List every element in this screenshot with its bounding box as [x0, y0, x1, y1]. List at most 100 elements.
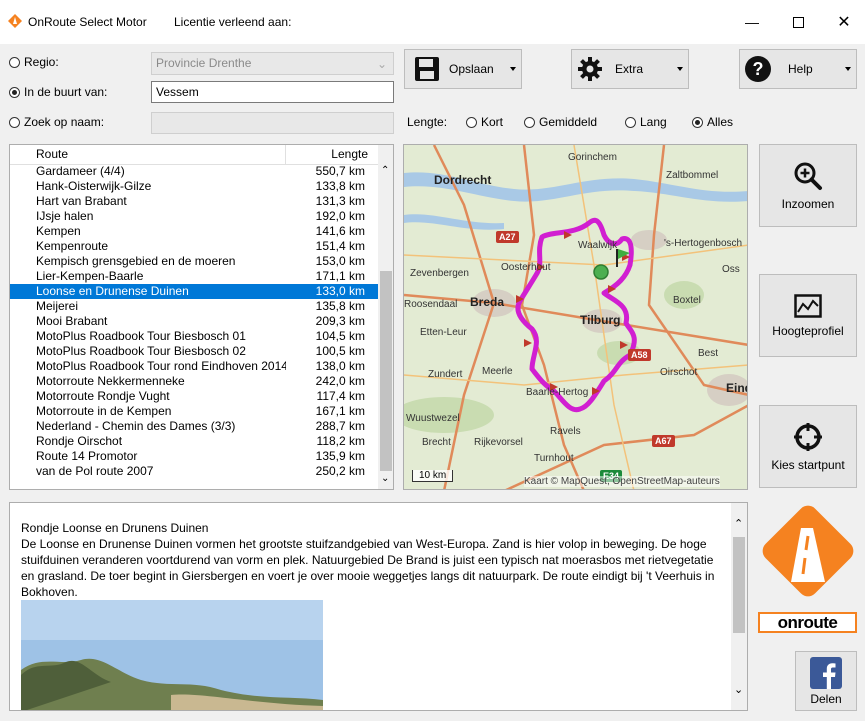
extra-button[interactable]: Extra: [571, 49, 689, 89]
road-badge-a67: A67: [652, 435, 675, 447]
route-row[interactable]: Motorroute Nekkermenneke 242,0 km: [10, 374, 378, 389]
description-scrollbar-thumb[interactable]: [733, 537, 745, 633]
regio-option[interactable]: Regio:: [9, 55, 59, 69]
map-label-turnhout: Turnhout: [534, 453, 574, 464]
description-scroll-up-icon[interactable]: ⌃: [734, 517, 743, 530]
route-row[interactable]: Hank-Oisterwijk-Gilze 133,8 km: [10, 179, 378, 194]
zoom-in-button[interactable]: Inzoomen: [759, 144, 857, 227]
route-row[interactable]: Rondje Oirschot 118,2 km: [10, 434, 378, 449]
byname-input[interactable]: [151, 112, 394, 134]
scroll-down-icon[interactable]: ⌄: [381, 473, 389, 484]
route-row[interactable]: van de Pol route 2007 250,2 km: [10, 464, 378, 479]
map-label-oss: Oss: [722, 264, 740, 275]
description-scroll-down-icon[interactable]: ⌄: [734, 683, 743, 696]
byname-label: Zoek op naam:: [24, 115, 105, 129]
nearby-input[interactable]: Vessem: [151, 81, 394, 103]
route-row[interactable]: Gardameer (4/4) 550,7 km: [10, 164, 378, 179]
route-row[interactable]: MotoPlus Roadbook Tour Biesbosch 02 100,5…: [10, 344, 378, 359]
length-label: Lengte:: [407, 115, 448, 129]
length-option-lang[interactable]: Lang: [625, 115, 667, 129]
nearby-option[interactable]: In de buurt van:: [9, 85, 107, 99]
route-row[interactable]: Meijerei 135,8 km: [10, 299, 378, 314]
byname-radio[interactable]: [9, 116, 20, 128]
description-body: De Loonse en Drunense Duinen vormen het …: [21, 537, 715, 599]
extra-label: Extra: [615, 62, 644, 76]
extra-dropdown-caret: [677, 67, 683, 71]
length-radio-lang[interactable]: [625, 116, 636, 128]
route-row[interactable]: Kempenroute 151,4 km: [10, 239, 378, 254]
help-dropdown-caret: [845, 67, 851, 71]
nearby-label: In de buurt van:: [24, 85, 108, 99]
maximize-button[interactable]: [775, 8, 821, 36]
minimize-button[interactable]: —: [729, 8, 775, 36]
elevation-profile-label: Hoogteprofiel: [772, 323, 844, 338]
map-label-wuustwezel: Wuustwezel: [406, 413, 460, 424]
elevation-profile-button[interactable]: Hoogteprofiel: [759, 274, 857, 357]
route-row[interactable]: Hart van Brabant 131,3 km: [10, 194, 378, 209]
route-list[interactable]: Route Lengte Gardameer (4/4) 550,7 km Hank…: [9, 144, 394, 490]
share-facebook-button[interactable]: Delen: [795, 651, 857, 711]
route-name: Mooi Brabant: [36, 314, 108, 328]
regio-radio[interactable]: [9, 56, 20, 68]
route-length: 138,0 km: [315, 359, 365, 373]
column-header-length[interactable]: Lengte: [286, 145, 378, 164]
map-label-zundert: Zundert: [428, 369, 463, 380]
minimize-icon: —: [745, 14, 759, 30]
route-name: Kempen: [36, 224, 81, 238]
route-length: 133,0 km: [315, 284, 365, 298]
route-row[interactable]: Motorroute Rondje Vught 117,4 km: [10, 389, 378, 404]
route-map[interactable]: Gorinchem Dordrecht Zaltbommel Waalwijk …: [403, 144, 748, 490]
route-row[interactable]: IJsje halen 192,0 km: [10, 209, 378, 224]
svg-text:?: ?: [753, 59, 764, 79]
road-badge-a27: A27: [496, 231, 519, 243]
nearby-radio[interactable]: [9, 86, 20, 98]
route-list-scrollbar[interactable]: ⌃ ⌄: [378, 145, 393, 489]
route-row[interactable]: Motorroute in de Kempen 167,1 km: [10, 404, 378, 419]
route-row[interactable]: Mooi Brabant 209,3 km: [10, 314, 378, 329]
map-label-roosendaal: Roosendaal: [404, 299, 458, 310]
route-row[interactable]: Lier-Kempen-Baarle 171,1 km: [10, 269, 378, 284]
length-option-gemiddeld[interactable]: Gemiddeld: [524, 115, 597, 129]
byname-option[interactable]: Zoek op naam:: [9, 115, 104, 129]
route-row[interactable]: Route 14 Promotor 135,9 km: [10, 449, 378, 464]
length-radio-alles[interactable]: [692, 116, 703, 128]
route-row[interactable]: MotoPlus Roadbook Tour rond Eindhoven 20…: [10, 359, 378, 374]
close-button[interactable]: ✕: [821, 8, 865, 36]
scrollbar-thumb[interactable]: [380, 271, 392, 471]
regio-select[interactable]: Provincie Drenthe ⌄: [151, 52, 394, 75]
route-length: 167,1 km: [315, 404, 365, 418]
route-row[interactable]: Nederland - Chemin des Dames (3/3) 288,7 …: [10, 419, 378, 434]
route-name: Motorroute Nekkermenneke: [36, 374, 185, 388]
scroll-up-icon[interactable]: ⌃: [381, 165, 389, 176]
length-radio-gemiddeld[interactable]: [524, 116, 535, 128]
route-length: 117,4 km: [316, 389, 365, 403]
map-label-dordrecht: Dordrecht: [434, 173, 492, 187]
facebook-icon: [810, 656, 842, 689]
save-label: Opslaan: [449, 62, 494, 76]
length-option-kort[interactable]: Kort: [466, 115, 503, 129]
map-canvas[interactable]: [404, 145, 748, 490]
choose-start-button[interactable]: Kies startpunt: [759, 405, 857, 488]
save-button[interactable]: Opslaan: [404, 49, 522, 89]
route-row[interactable]: Loonse en Drunense Duinen 133,0 km: [10, 284, 378, 299]
route-length: 288,7 km: [315, 419, 365, 433]
route-length: 151,4 km: [315, 239, 365, 253]
length-radio-kort[interactable]: [466, 116, 477, 128]
description-scrollbar[interactable]: ⌃ ⌄: [731, 503, 747, 710]
route-name: Motorroute in de Kempen: [36, 404, 172, 418]
gear-icon: [578, 57, 602, 81]
route-row[interactable]: Kempen 141,6 km: [10, 224, 378, 239]
route-row[interactable]: Kempisch grensgebied en de moeren 153,0 k…: [10, 254, 378, 269]
app-icon: [8, 14, 22, 28]
route-name: Hart van Brabant: [36, 194, 127, 208]
route-length: 550,7 km: [315, 164, 365, 178]
help-button[interactable]: ? Help: [739, 49, 857, 89]
route-name: Loonse en Drunense Duinen: [36, 284, 189, 298]
length-option-alles[interactable]: Alles: [692, 115, 733, 129]
route-row[interactable]: MotoPlus Roadbook Tour Biesbosch 01 104,5…: [10, 329, 378, 344]
save-dropdown-caret: [510, 67, 516, 71]
route-length: 153,0 km: [315, 254, 365, 268]
column-header-route[interactable]: Route: [10, 145, 286, 164]
route-length: 209,3 km: [315, 314, 365, 328]
route-description-panel[interactable]: Rondje Loonse en Drunens Duinen De Loons…: [9, 502, 748, 711]
